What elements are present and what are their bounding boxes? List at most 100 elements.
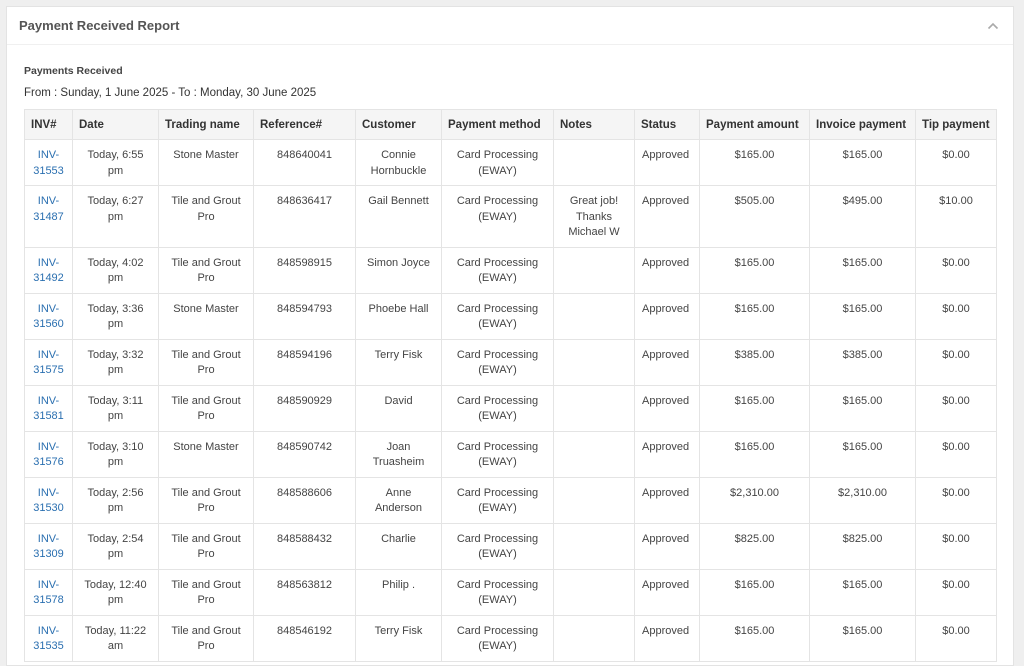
trading-name-cell: Tile and Grout Pro	[158, 246, 254, 294]
payment-amount-cell: $165.00	[699, 139, 810, 186]
notes-cell	[553, 430, 635, 478]
column-header: Customer	[355, 109, 442, 140]
invoice-link[interactable]: INV-31576	[33, 441, 64, 469]
notes-cell	[553, 522, 635, 570]
payment-method-cell: Card Processing (EWAY)	[441, 338, 554, 386]
payment-amount-cell: $825.00	[699, 522, 810, 570]
reference-number-cell: 848546192	[253, 614, 356, 662]
notes-cell	[553, 338, 635, 386]
invoice-payment-cell: $2,310.00	[809, 476, 916, 524]
invoice-link[interactable]: INV-31530	[33, 487, 64, 515]
payment-method-cell: Card Processing (EWAY)	[441, 139, 554, 186]
payment-method-cell: Card Processing (EWAY)	[441, 476, 554, 524]
invoice-link[interactable]: INV-31581	[33, 395, 64, 423]
payment-method-cell: Card Processing (EWAY)	[441, 522, 554, 570]
invoice-link[interactable]: INV-31553	[33, 149, 64, 177]
invoice-link-cell: INV-31535	[24, 614, 73, 662]
status-cell: Approved	[634, 139, 700, 186]
panel-body: Payments Received From : Sunday, 1 June …	[7, 45, 1013, 662]
payment-method-cell: Card Processing (EWAY)	[441, 568, 554, 616]
column-header: Trading name	[158, 109, 254, 140]
invoice-link[interactable]: INV-31309	[33, 533, 64, 561]
payment-date-cell: Today, 3:11 pm	[72, 384, 159, 432]
collapse-button[interactable]	[985, 18, 1001, 34]
invoice-payment-cell: $165.00	[809, 430, 916, 478]
customer-name-cell: Connie Hornbuckle	[355, 139, 442, 186]
invoice-payment-cell: $385.00	[809, 338, 916, 386]
status-cell: Approved	[634, 384, 700, 432]
payment-amount-cell: $505.00	[699, 185, 810, 248]
notes-cell	[553, 568, 635, 616]
customer-name-cell: Philip .	[355, 568, 442, 616]
customer-name-cell: Joan Truasheim	[355, 430, 442, 478]
trading-name-cell: Tile and Grout Pro	[158, 522, 254, 570]
table-row: INV-31487 Today, 6:27 pm Tile and Grout Pr…	[24, 185, 997, 248]
invoice-link[interactable]: INV-31535	[33, 625, 64, 653]
table-row: INV-31560 Today, 3:36 pm Stone Master 84859…	[24, 292, 997, 340]
invoice-link-cell: INV-31578	[24, 568, 73, 616]
panel-header: Payment Received Report	[7, 7, 1013, 45]
invoice-link[interactable]: INV-31578	[33, 579, 64, 607]
customer-name-cell: Phoebe Hall	[355, 292, 442, 340]
customer-name-cell: Charlie	[355, 522, 442, 570]
notes-cell	[553, 292, 635, 340]
payment-amount-cell: $165.00	[699, 614, 810, 662]
payment-date-cell: Today, 3:36 pm	[72, 292, 159, 340]
payment-date-cell: Today, 6:55 pm	[72, 139, 159, 186]
table-row: INV-31581 Today, 3:11 pm Tile and Grout Pr…	[24, 384, 997, 432]
customer-name-cell: Terry Fisk	[355, 614, 442, 662]
section-title: Payments Received	[24, 65, 123, 77]
column-header: Date	[72, 109, 159, 140]
table-row: INV-31553 Today, 6:55 pm Stone Master 84864…	[24, 139, 997, 186]
status-cell: Approved	[634, 568, 700, 616]
status-cell: Approved	[634, 430, 700, 478]
payment-date-cell: Today, 6:27 pm	[72, 185, 159, 248]
reference-number-cell: 848636417	[253, 185, 356, 248]
tip-payment-cell: $0.00	[915, 522, 997, 570]
payment-amount-cell: $165.00	[699, 292, 810, 340]
payment-amount-cell: $165.00	[699, 246, 810, 294]
table-row: INV-31578 Today, 12:40 pm Tile and Grout P…	[24, 568, 997, 616]
invoice-payment-cell: $165.00	[809, 139, 916, 186]
status-cell: Approved	[634, 614, 700, 662]
tip-payment-cell: $10.00	[915, 185, 997, 248]
column-header: Reference#	[253, 109, 356, 140]
trading-name-cell: Stone Master	[158, 292, 254, 340]
column-header: Tip payment	[915, 109, 997, 140]
trading-name-cell: Tile and Grout Pro	[158, 614, 254, 662]
payment-date-cell: Today, 3:10 pm	[72, 430, 159, 478]
notes-cell	[553, 614, 635, 662]
panel-title: Payment Received Report	[19, 18, 180, 33]
payment-report-panel: Payment Received Report Payments Receive…	[6, 6, 1014, 666]
payment-date-cell: Today, 3:32 pm	[72, 338, 159, 386]
invoice-link-cell: INV-31560	[24, 292, 73, 340]
status-cell: Approved	[634, 292, 700, 340]
invoice-link-cell: INV-31309	[24, 522, 73, 570]
status-cell: Approved	[634, 185, 700, 248]
column-header: Invoice payment	[809, 109, 916, 140]
invoice-link[interactable]: INV-31492	[33, 257, 64, 285]
notes-cell	[553, 139, 635, 186]
payment-method-cell: Card Processing (EWAY)	[441, 185, 554, 248]
trading-name-cell: Tile and Grout Pro	[158, 568, 254, 616]
invoice-payment-cell: $495.00	[809, 185, 916, 248]
notes-cell: Great job! Thanks Michael W	[553, 185, 635, 248]
invoice-link[interactable]: INV-31487	[33, 195, 64, 223]
table-row: INV-31492 Today, 4:02 pm Tile and Grout Pr…	[24, 246, 997, 294]
notes-cell	[553, 476, 635, 524]
notes-cell	[553, 246, 635, 294]
reference-number-cell: 848594196	[253, 338, 356, 386]
table-row: INV-31530 Today, 2:56 pm Tile and Grout Pr…	[24, 476, 997, 524]
invoice-link-cell: INV-31576	[24, 430, 73, 478]
notes-cell	[553, 384, 635, 432]
invoice-payment-cell: $165.00	[809, 384, 916, 432]
table-row: INV-31575 Today, 3:32 pm Tile and Grout Pr…	[24, 338, 997, 386]
reference-number-cell: 848563812	[253, 568, 356, 616]
tip-payment-cell: $0.00	[915, 476, 997, 524]
invoice-link[interactable]: INV-31575	[33, 349, 64, 377]
payment-method-cell: Card Processing (EWAY)	[441, 292, 554, 340]
invoice-link[interactable]: INV-31560	[33, 303, 64, 331]
payment-method-cell: Card Processing (EWAY)	[441, 614, 554, 662]
trading-name-cell: Stone Master	[158, 139, 254, 186]
status-cell: Approved	[634, 338, 700, 386]
